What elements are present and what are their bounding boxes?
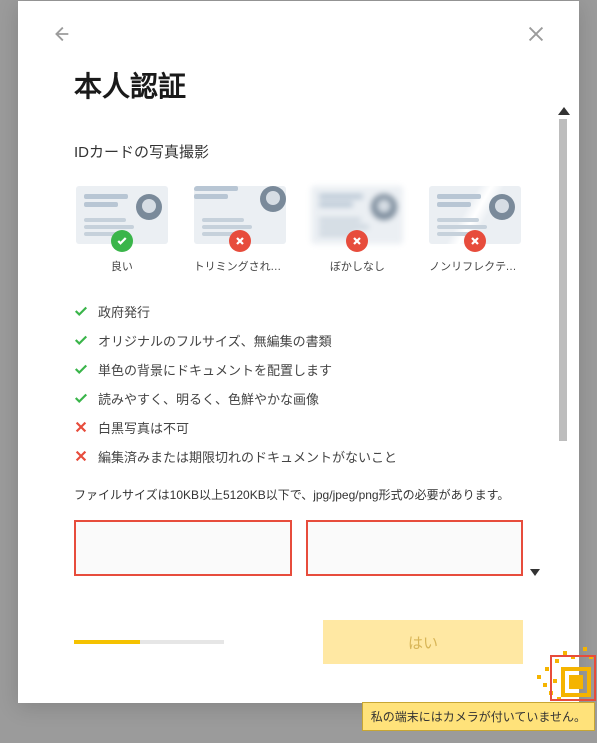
checkmark-badge-icon bbox=[111, 230, 133, 252]
check-icon bbox=[74, 304, 88, 318]
example-cropped: トリミングされて... bbox=[192, 186, 288, 274]
rule-text: 白黒写真は不可 bbox=[98, 418, 189, 437]
examples-row: 良い トリミングされて... bbox=[74, 186, 523, 274]
rule-item: オリジナルのフルサイズ、無編集の書類 bbox=[74, 331, 523, 350]
x-badge-icon bbox=[464, 230, 486, 252]
rule-text: 編集済みまたは期限切れのドキュメントがないこと bbox=[98, 447, 397, 466]
rule-item: 政府発行 bbox=[74, 302, 523, 321]
rule-item: 白黒写真は不可 bbox=[74, 418, 523, 437]
rules-list: 政府発行 オリジナルのフルサイズ、無編集の書類 単色の背景にドキュメントを配置し… bbox=[74, 302, 523, 466]
section-subtitle: IDカードの写真撮影 bbox=[74, 141, 523, 162]
example-reflective: ノンリフレクティブ bbox=[427, 186, 523, 274]
example-label: 良い bbox=[111, 258, 133, 274]
example-label: ぼかしなし bbox=[330, 258, 385, 274]
rule-text: 政府発行 bbox=[98, 302, 150, 321]
verification-modal: 本人認証 IDカードの写真撮影 良い bbox=[18, 1, 579, 703]
close-icon[interactable] bbox=[525, 23, 547, 50]
rule-item: 単色の背景にドキュメントを配置します bbox=[74, 360, 523, 379]
file-requirements-note: ファイルサイズは10KB以上5120KB以下で、jpg/jpeg/png形式の必… bbox=[74, 486, 523, 504]
rule-text: オリジナルのフルサイズ、無編集の書類 bbox=[98, 331, 332, 350]
back-arrow-icon[interactable] bbox=[50, 23, 72, 50]
example-blur: ぼかしなし bbox=[310, 186, 406, 274]
footer-row: はい bbox=[74, 620, 523, 664]
upload-slot-front[interactable] bbox=[74, 520, 292, 576]
no-camera-tooltip[interactable]: 私の端末にはカメラが付いていません。 bbox=[362, 702, 595, 731]
scroll-down-icon[interactable] bbox=[530, 569, 540, 576]
rule-item: 編集済みまたは期限切れのドキュメントがないこと bbox=[74, 447, 523, 466]
scrollbar-track[interactable] bbox=[559, 119, 567, 441]
x-icon bbox=[74, 449, 88, 463]
x-icon bbox=[74, 420, 88, 434]
upload-slot-back[interactable] bbox=[306, 520, 524, 576]
rule-text: 単色の背景にドキュメントを配置します bbox=[98, 360, 332, 379]
example-label: ノンリフレクティブ bbox=[429, 258, 521, 274]
content-area: IDカードの写真撮影 良い bbox=[74, 141, 523, 664]
x-badge-icon bbox=[346, 230, 368, 252]
upload-row bbox=[74, 520, 523, 576]
check-icon bbox=[74, 333, 88, 347]
example-label: トリミングされて... bbox=[194, 258, 286, 274]
modal-header bbox=[74, 27, 523, 53]
rule-text: 読みやすく、明るく、色鮮やかな画像 bbox=[98, 389, 319, 408]
check-icon bbox=[74, 391, 88, 405]
example-good: 良い bbox=[74, 186, 170, 274]
progress-bar bbox=[74, 640, 224, 644]
scroll-up-icon[interactable] bbox=[558, 107, 570, 115]
check-icon bbox=[74, 362, 88, 376]
rule-item: 読みやすく、明るく、色鮮やかな画像 bbox=[74, 389, 523, 408]
page-title: 本人認証 bbox=[74, 65, 523, 105]
x-badge-icon bbox=[229, 230, 251, 252]
submit-button[interactable]: はい bbox=[323, 620, 523, 664]
camera-highlight-box[interactable] bbox=[550, 655, 596, 701]
